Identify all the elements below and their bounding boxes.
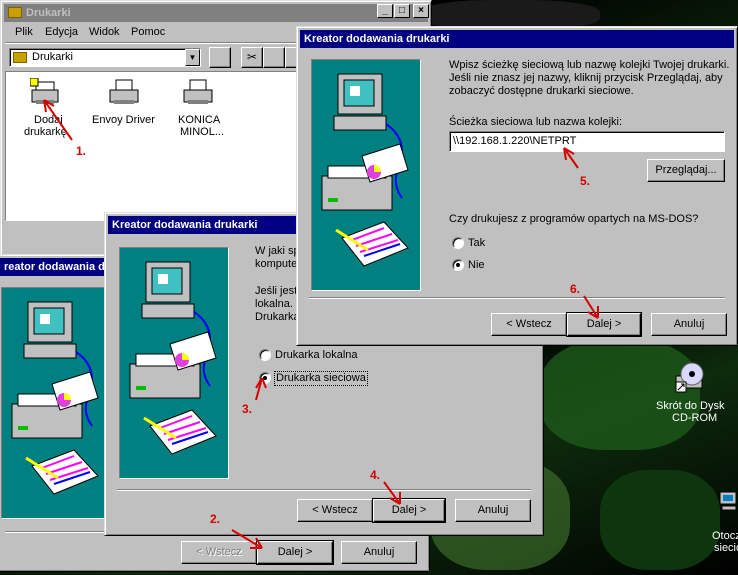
step-marker-6: 6. — [570, 282, 581, 296]
step-marker-2: 2. — [210, 512, 221, 526]
step-marker-4: 4. — [370, 468, 381, 482]
step-arrows — [43, 99, 599, 549]
step-marker-3: 3. — [242, 402, 253, 416]
step-marker-5: 5. — [580, 174, 591, 188]
step-marker-1: 1. — [76, 144, 87, 158]
